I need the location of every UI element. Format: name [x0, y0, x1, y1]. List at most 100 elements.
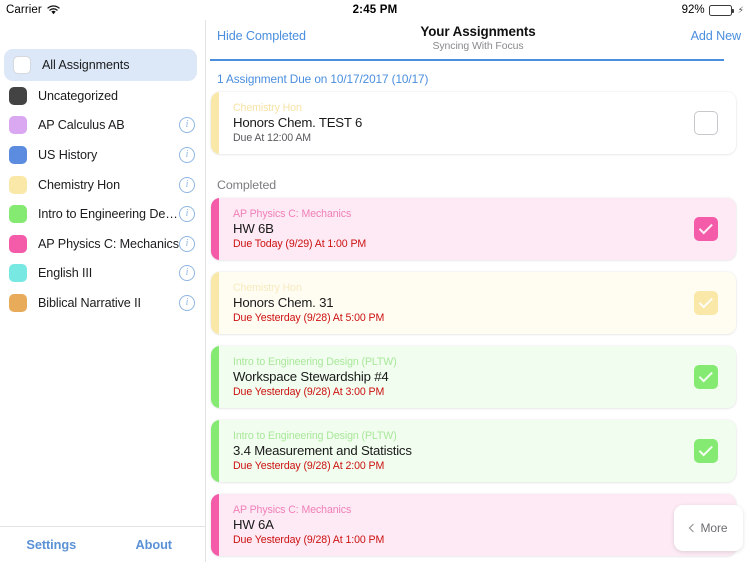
assignment-checkbox-unchecked[interactable]	[694, 111, 718, 135]
assignment-list[interactable]: 1 Assignment Due on 10/17/2017 (10/17) Ch…	[206, 61, 750, 562]
course-accent-bar	[211, 92, 219, 154]
assignment-due-label: Due Today (9/29) At 1:00 PM	[233, 238, 367, 250]
sync-status-label: Syncing With Focus	[432, 40, 524, 52]
card-spacer	[206, 334, 750, 346]
sidebar-item-chemistry-hon[interactable]: Chemistry Hon i	[0, 170, 205, 200]
checkmark-icon	[698, 219, 713, 234]
assignment-title: Workspace Stewardship #4	[233, 369, 389, 384]
course-color-swatch	[9, 116, 27, 135]
assignment-due-label: Due Yesterday (9/28) At 5:00 PM	[233, 312, 385, 324]
add-new-button[interactable]: Add New	[691, 29, 742, 43]
course-color-swatch	[9, 145, 27, 164]
info-icon[interactable]: i	[179, 176, 195, 193]
sidebar-item-label: Chemistry Hon	[38, 177, 120, 192]
assignment-due-label: Due At 12:00 AM	[233, 132, 312, 144]
assignment-course-label: Chemistry Hon	[233, 282, 302, 294]
assignment-card-body: AP Physics C: Mechanics HW 6A Due Yesterda…	[211, 504, 694, 546]
course-color-swatch	[9, 264, 27, 283]
course-color-swatch	[9, 293, 27, 312]
assignment-title: Honors Chem. TEST 6	[233, 115, 363, 130]
settings-button[interactable]: Settings	[0, 537, 103, 552]
sidebar-item-label: Uncategorized	[38, 88, 118, 103]
status-bar: Carrier 2:45 PM 92% ⚡	[0, 0, 750, 20]
more-button-label: More	[700, 521, 728, 535]
assignment-card-body: Intro to Engineering Design (PLTW) Worksp…	[211, 356, 694, 398]
card-spacer	[206, 556, 750, 562]
assignment-card[interactable]: Chemistry Hon Honors Chem. TEST 6 Due At 1…	[211, 92, 736, 154]
sidebar-item-biblical-narrative-ii[interactable]: Biblical Narrative II i	[0, 288, 205, 318]
assignment-checkbox-checked[interactable]	[694, 365, 718, 389]
more-button[interactable]: More	[674, 505, 743, 551]
battery-icon	[708, 4, 734, 16]
course-accent-bar	[211, 346, 219, 408]
course-accent-bar	[211, 272, 219, 334]
section-heading: Completed	[217, 178, 277, 192]
clock-label: 2:45 PM	[352, 4, 398, 16]
assignment-title: Honors Chem. 31	[233, 295, 334, 310]
info-icon[interactable]: i	[179, 235, 195, 252]
info-icon[interactable]: i	[179, 146, 195, 163]
chevron-left-icon	[688, 523, 697, 533]
assignment-course-label: Intro to Engineering Design (PLTW)	[233, 430, 397, 442]
course-color-swatch	[9, 86, 27, 105]
sidebar-item-ap-physics-c-mechanics[interactable]: AP Physics C: Mechanics i	[0, 229, 205, 259]
sidebar-item-label: English III	[38, 266, 93, 281]
sidebar-item-english-iii[interactable]: English III i	[0, 259, 205, 289]
app-root: Carrier 2:45 PM 92% ⚡ All Assignments Unc…	[0, 0, 750, 562]
about-button[interactable]: About	[103, 537, 206, 552]
sidebar-item-label: Biblical Narrative II	[38, 295, 141, 310]
main-panel: Hide Completed Your Assignments Syncing …	[206, 20, 750, 562]
sidebar-item-all-assignments[interactable]: All Assignments	[4, 49, 197, 81]
sidebar-item-label: AP Physics C: Mechanics	[38, 236, 179, 251]
assignment-checkbox-checked[interactable]	[694, 217, 718, 241]
assignment-course-label: Chemistry Hon	[233, 102, 302, 114]
sidebar-item-label: AP Calculus AB	[38, 118, 125, 133]
assignment-card[interactable]: Intro to Engineering Design (PLTW) Worksp…	[211, 346, 736, 408]
assignment-title: 3.4 Measurement and Statistics	[233, 443, 412, 458]
assignment-card-body: Chemistry Hon Honors Chem. TEST 6 Due At 1…	[211, 102, 694, 144]
assignment-course-label: AP Physics C: Mechanics	[233, 208, 352, 220]
checkmark-icon	[698, 441, 713, 456]
info-icon[interactable]: i	[179, 117, 195, 134]
checkmark-icon	[698, 293, 713, 308]
assignment-due-label: Due Yesterday (9/28) At 3:00 PM	[233, 386, 385, 398]
assignment-card-body: Chemistry Hon Honors Chem. 31 Due Yesterda…	[211, 282, 694, 324]
assignment-checkbox-checked[interactable]	[694, 291, 718, 315]
assignment-card[interactable]: AP Physics C: Mechanics HW 6A Due Yesterda…	[211, 494, 736, 556]
sidebar-item-label: All Assignments	[42, 58, 130, 72]
card-spacer	[206, 154, 750, 166]
header-title-group: Your Assignments Syncing With Focus	[206, 24, 750, 52]
sidebar-item-uncategorized[interactable]: Uncategorized	[0, 81, 205, 111]
course-color-swatch	[13, 56, 31, 74]
assignment-due-label: Due Yesterday (9/28) At 1:00 PM	[233, 534, 385, 546]
charging-bolt-icon: ⚡	[737, 4, 744, 15]
info-icon[interactable]: i	[179, 294, 195, 311]
status-bar-right: 92% ⚡	[682, 0, 744, 20]
assignment-title: HW 6B	[233, 221, 274, 236]
assignment-card-body: AP Physics C: Mechanics HW 6B Due Today (9…	[211, 208, 694, 250]
assignment-card[interactable]: Chemistry Hon Honors Chem. 31 Due Yesterda…	[211, 272, 736, 334]
course-accent-bar	[211, 198, 219, 260]
sidebar: All Assignments Uncategorized AP Calculus …	[0, 20, 206, 562]
assignment-due-label: Due Yesterday (9/28) At 2:00 PM	[233, 460, 385, 472]
checkmark-icon	[698, 367, 713, 382]
assignment-course-label: AP Physics C: Mechanics	[233, 504, 352, 516]
assignment-course-label: Intro to Engineering Design (PLTW)	[233, 356, 397, 368]
assignment-checkbox-checked[interactable]	[694, 439, 718, 463]
course-accent-bar	[211, 494, 219, 556]
info-icon[interactable]: i	[179, 206, 195, 223]
sidebar-item-label: US History	[38, 147, 98, 162]
sidebar-item-ap-calculus-ab[interactable]: AP Calculus AB i	[0, 111, 205, 141]
sidebar-item-intro-to-engineering-design[interactable]: Intro to Engineering Design…i	[0, 199, 205, 229]
sidebar-item-us-history[interactable]: US History i	[0, 140, 205, 170]
info-icon[interactable]: i	[179, 265, 195, 282]
card-spacer	[206, 408, 750, 420]
section-heading: 1 Assignment Due on 10/17/2017 (10/17)	[217, 72, 429, 86]
assignment-card[interactable]: AP Physics C: Mechanics HW 6B Due Today (9…	[211, 198, 736, 260]
assignment-title: HW 6A	[233, 517, 274, 532]
course-color-swatch	[9, 205, 27, 224]
course-accent-bar	[211, 420, 219, 482]
assignment-card[interactable]: Intro to Engineering Design (PLTW) 3.4 Me…	[211, 420, 736, 482]
page-title: Your Assignments	[420, 24, 536, 39]
battery-percent-label: 92%	[681, 4, 705, 16]
